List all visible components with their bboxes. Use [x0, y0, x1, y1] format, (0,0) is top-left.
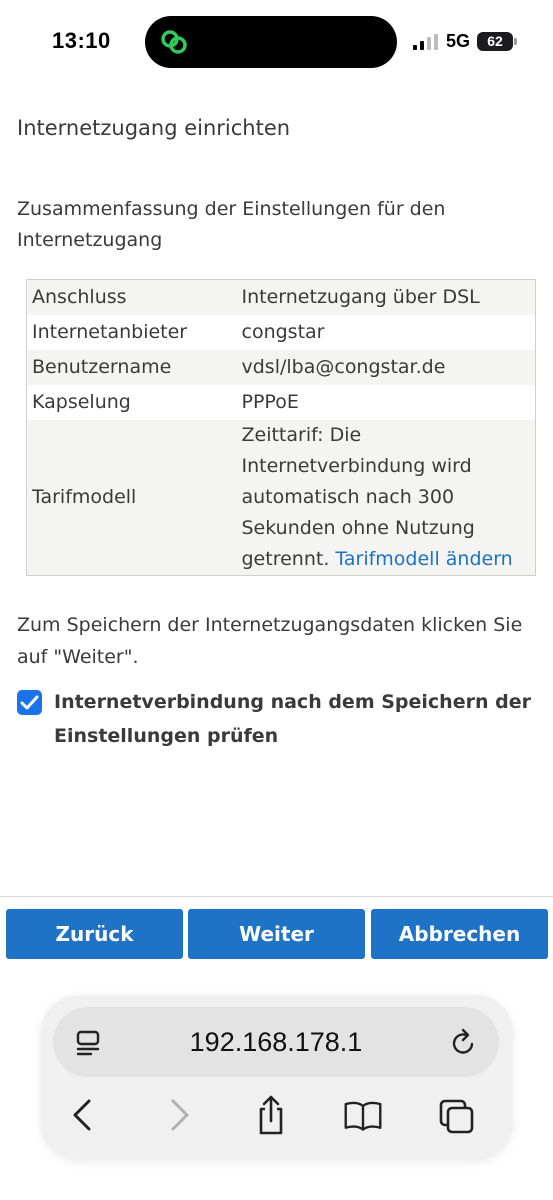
address-bar[interactable]: 192.168.178.1 — [53, 1007, 499, 1077]
activity-link-icon — [161, 30, 187, 54]
forward-arrow-icon[interactable] — [159, 1093, 199, 1137]
row-label: Tarifmodell — [32, 486, 137, 508]
browser-toolbar: 192.168.178.1 — [41, 995, 513, 1160]
row-value: Zeittarif: Die Internetverbindung wird a… — [237, 420, 536, 576]
table-row: Internetanbieter congstar — [26, 315, 536, 350]
table-row: Tarifmodell Zeittarif: Die Internetverbi… — [26, 420, 536, 576]
row-label: Internetanbieter — [32, 321, 188, 343]
table-row: Benutzername vdsl/lba@congstar.de — [26, 350, 536, 385]
status-time: 13:10 — [52, 28, 111, 53]
row-value: vdsl/lba@congstar.de — [241, 356, 446, 378]
page-title: Internetzugang einrichten — [17, 116, 291, 140]
row-value: PPPoE — [241, 391, 299, 413]
share-icon[interactable] — [251, 1093, 291, 1137]
change-tarif-link[interactable]: Tarifmodell ändern — [335, 548, 512, 570]
table-row: Anschluss Internetzugang über DSL — [26, 279, 536, 315]
row-value: congstar — [241, 321, 325, 343]
verify-connection-label[interactable]: Internetverbindung nach dem Speichern de… — [54, 685, 534, 753]
verify-connection-checkbox[interactable] — [17, 690, 42, 715]
back-arrow-icon[interactable] — [63, 1093, 103, 1137]
url-text[interactable]: 192.168.178.1 — [53, 1007, 499, 1077]
row-label: Benutzername — [32, 356, 172, 378]
reload-icon[interactable] — [449, 1027, 479, 1059]
summary-heading: Zusammenfassung der Einstellungen für de… — [17, 198, 446, 251]
bookmarks-icon[interactable] — [343, 1093, 383, 1137]
settings-summary-table: Anschluss Internetzugang über DSL Intern… — [26, 279, 536, 576]
next-button[interactable]: Weiter — [188, 909, 365, 959]
divider — [0, 896, 553, 897]
network-type: 5G — [446, 31, 471, 51]
checkmark-icon — [20, 695, 39, 710]
row-value: Internetzugang über DSL — [241, 286, 480, 308]
row-label: Kapselung — [32, 391, 131, 413]
battery-indicator: 62 — [477, 32, 517, 51]
tabs-menu-icon[interactable] — [73, 1027, 105, 1059]
table-row: Kapselung PPPoE — [26, 385, 536, 420]
cancel-button[interactable]: Abbrechen — [371, 909, 548, 959]
tab-switcher-icon[interactable] — [437, 1093, 477, 1137]
status-bar: 13:10 5G 62 — [0, 0, 553, 84]
save-instruction: Zum Speichern der Internetzugangsdaten k… — [17, 614, 523, 668]
row-label: Anschluss — [32, 286, 127, 308]
back-button[interactable]: Zurück — [6, 909, 183, 959]
dynamic-island — [145, 16, 397, 68]
signal-strength-icon — [413, 34, 438, 50]
